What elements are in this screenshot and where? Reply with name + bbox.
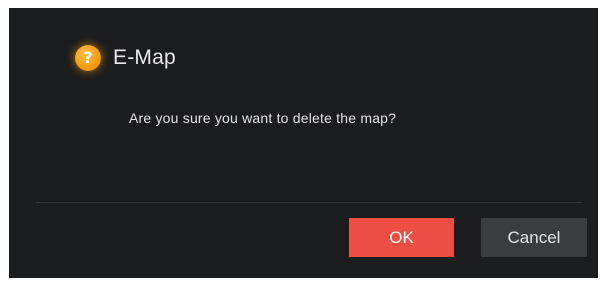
ok-button[interactable]: OK — [349, 218, 454, 257]
divider — [36, 202, 581, 203]
dialog-header: ? E-Map — [75, 43, 176, 73]
cancel-button[interactable]: Cancel — [481, 218, 587, 257]
dialog-message: Are you sure you want to delete the map? — [129, 110, 397, 126]
dialog-title: E-Map — [113, 46, 176, 69]
confirm-dialog: ? E-Map Are you sure you want to delete … — [9, 8, 598, 278]
question-icon: ? — [75, 45, 101, 71]
